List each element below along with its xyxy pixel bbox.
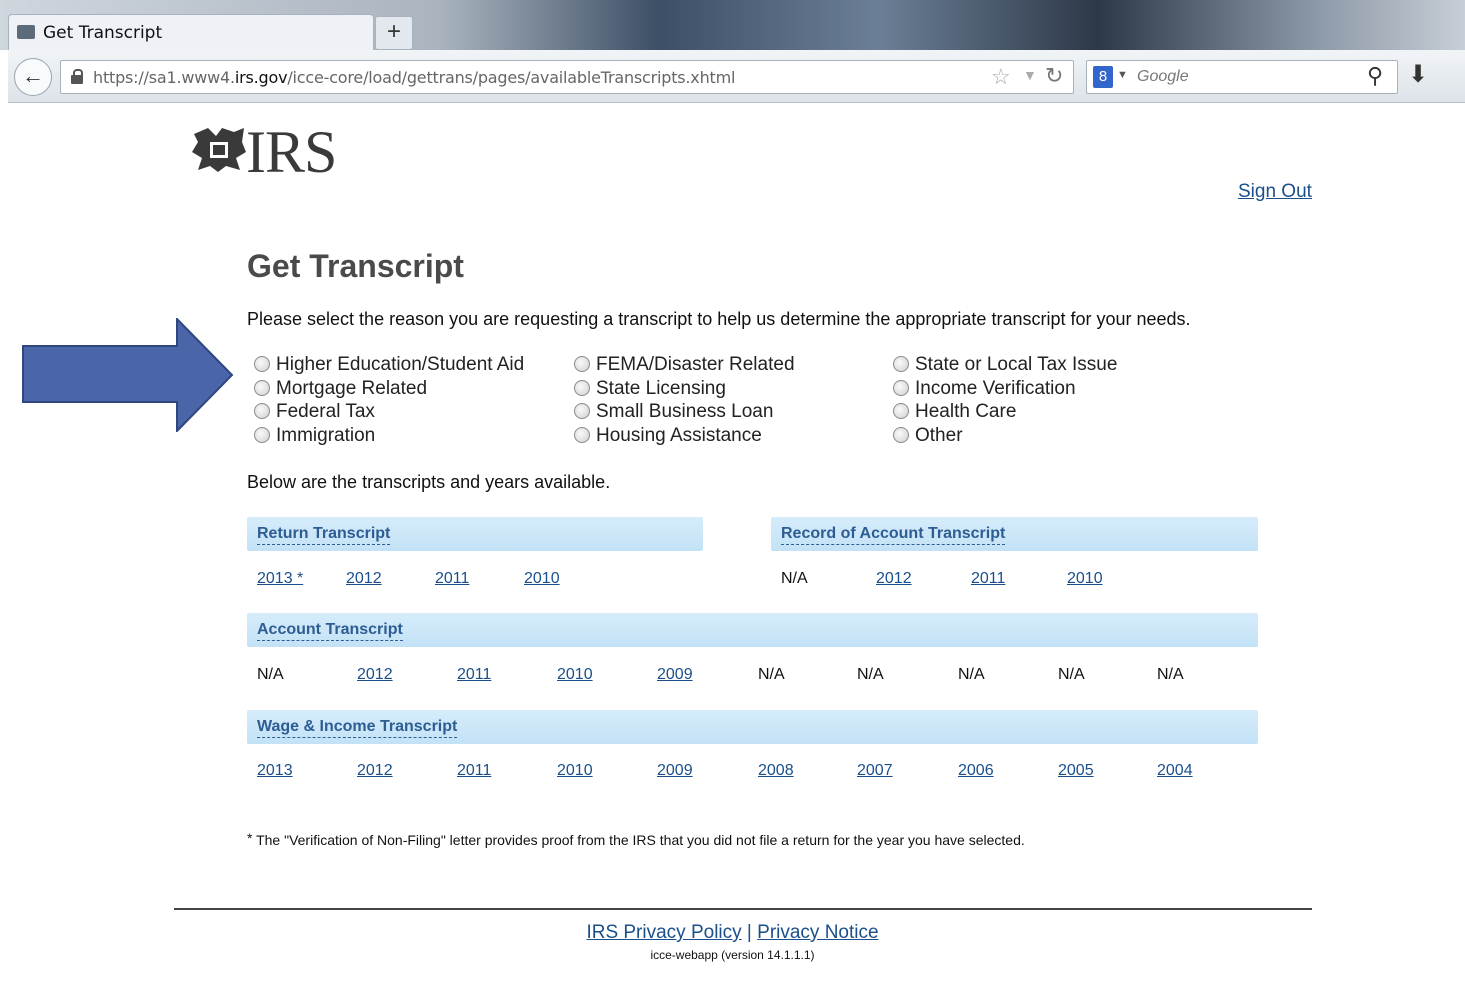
reason-health-care[interactable]: Health Care [893, 401, 1016, 423]
account-transcript-year-link[interactable]: 2011 [457, 666, 491, 684]
reason-mortgage[interactable]: Mortgage Related [254, 378, 427, 400]
radio-button[interactable] [893, 402, 909, 419]
privacy-policy-link[interactable]: IRS Privacy Policy [586, 922, 741, 943]
radio-button[interactable] [574, 379, 590, 396]
chevron-down-icon[interactable]: ▼ [1117, 69, 1128, 81]
wage-income-year-link[interactable]: 2011 [457, 762, 491, 780]
wage-income-year-link[interactable]: 2005 [1058, 762, 1094, 780]
browser-title-bar: Get Transcript + [0, 0, 1465, 51]
record-of-account-year-link[interactable]: 2010 [1067, 570, 1103, 588]
reason-other[interactable]: Other [893, 425, 963, 447]
not-available-label: N/A [781, 570, 808, 587]
url-text: https://sa1.www4.irs.gov/icce-core/load/… [93, 68, 736, 87]
history-dropdown-icon[interactable]: ▼ [1023, 67, 1037, 83]
radio-button[interactable] [254, 355, 270, 372]
not-available-label: N/A [1058, 666, 1085, 683]
footnote: * The "Verification of Non-Filing" lette… [247, 830, 1025, 848]
privacy-notice-link[interactable]: Privacy Notice [757, 922, 878, 943]
radio-button[interactable] [574, 355, 590, 372]
lock-icon [71, 69, 83, 84]
search-bar[interactable]: 8 ▼ Google ⚲ [1086, 60, 1398, 94]
google-plus-icon[interactable]: 8 [1093, 66, 1113, 88]
reason-fema[interactable]: FEMA/Disaster Related [574, 354, 795, 376]
return-transcript-year-link[interactable]: 2010 [524, 570, 560, 588]
eagle-icon [192, 128, 246, 172]
return-transcript-header: Return Transcript [247, 517, 703, 551]
reason-state-licensing[interactable]: State Licensing [574, 378, 726, 400]
radio-button[interactable] [254, 426, 270, 443]
address-bar[interactable]: https://sa1.www4.irs.gov/icce-core/load/… [60, 60, 1074, 94]
wage-income-header: Wage & Income Transcript [247, 710, 1258, 744]
footer-divider [174, 908, 1312, 910]
radio-button[interactable] [574, 402, 590, 419]
wage-income-year-link[interactable]: 2008 [758, 762, 794, 780]
not-available-label: N/A [958, 666, 985, 683]
wage-income-year-link[interactable]: 2013 [257, 762, 293, 780]
sign-out-link[interactable]: Sign Out [1238, 181, 1312, 203]
intro-text: Please select the reason you are request… [247, 309, 1191, 329]
annotation-arrow-icon [22, 318, 234, 432]
radio-button[interactable] [893, 379, 909, 396]
browser-navigation-bar: ← https://sa1.www4.irs.gov/icce-core/loa… [8, 50, 1465, 103]
reload-icon[interactable]: ↻ [1045, 63, 1063, 89]
radio-button[interactable] [574, 426, 590, 443]
return-transcript-year-link[interactable]: 2011 [435, 570, 469, 588]
search-icon[interactable]: ⚲ [1367, 63, 1383, 89]
footer-links: IRS Privacy Policy | Privacy Notice [0, 922, 1465, 944]
search-input[interactable]: Google [1137, 68, 1189, 86]
wage-income-year-link[interactable]: 2007 [857, 762, 893, 780]
reason-higher-education[interactable]: Higher Education/Student Aid [254, 354, 524, 376]
reason-income-verification[interactable]: Income Verification [893, 378, 1076, 400]
wage-income-year-link[interactable]: 2010 [557, 762, 593, 780]
wage-income-year-link[interactable]: 2012 [357, 762, 393, 780]
reason-federal-tax[interactable]: Federal Tax [254, 401, 375, 423]
page-title: Get Transcript [247, 248, 464, 284]
wage-income-year-link[interactable]: 2004 [1157, 762, 1193, 780]
reason-immigration[interactable]: Immigration [254, 425, 375, 447]
transcripts-available-text: Below are the transcripts and years avai… [247, 472, 611, 492]
radio-button[interactable] [893, 355, 909, 372]
browser-tab[interactable]: Get Transcript [8, 14, 374, 51]
return-transcript-year-link[interactable]: 2013 * [257, 570, 303, 588]
account-transcript-year-link[interactable]: 2009 [657, 666, 693, 684]
radio-button[interactable] [254, 379, 270, 396]
app-version: icce-webapp (version 14.1.1.1) [650, 948, 815, 962]
new-tab-button[interactable]: + [375, 16, 413, 50]
wage-income-year-link[interactable]: 2006 [958, 762, 994, 780]
logo-text: IRS [246, 119, 337, 185]
reason-housing-assistance[interactable]: Housing Assistance [574, 425, 762, 447]
reason-small-business-loan[interactable]: Small Business Loan [574, 401, 773, 423]
tab-title: Get Transcript [43, 23, 163, 43]
wage-income-year-link[interactable]: 2009 [657, 762, 693, 780]
not-available-label: N/A [257, 666, 284, 683]
account-transcript-header: Account Transcript [247, 613, 1258, 647]
star-icon[interactable]: ☆ [991, 64, 1011, 90]
radio-button[interactable] [893, 426, 909, 443]
irs-favicon-icon [17, 25, 35, 39]
record-of-account-year-link[interactable]: 2012 [876, 570, 912, 588]
record-of-account-header: Record of Account Transcript [771, 517, 1258, 551]
return-transcript-title: Return Transcript [257, 525, 391, 545]
record-of-account-title: Record of Account Transcript [781, 525, 1006, 545]
reason-state-local-tax[interactable]: State or Local Tax Issue [893, 354, 1117, 376]
download-icon[interactable]: ⬇ [1408, 60, 1428, 89]
account-transcript-year-link[interactable]: 2012 [357, 666, 393, 684]
wage-income-title: Wage & Income Transcript [257, 718, 458, 738]
not-available-label: N/A [758, 666, 785, 683]
radio-button[interactable] [254, 402, 270, 419]
return-transcript-year-link[interactable]: 2012 [346, 570, 382, 588]
account-transcript-title: Account Transcript [257, 621, 403, 641]
footer-separator: | [746, 922, 752, 943]
account-transcript-year-link[interactable]: 2010 [557, 666, 593, 684]
not-available-label: N/A [1157, 666, 1184, 683]
footnote-star: * [247, 830, 253, 846]
not-available-label: N/A [857, 666, 884, 683]
record-of-account-year-link[interactable]: 2011 [971, 570, 1005, 588]
back-arrow-icon[interactable]: ← [14, 58, 52, 96]
